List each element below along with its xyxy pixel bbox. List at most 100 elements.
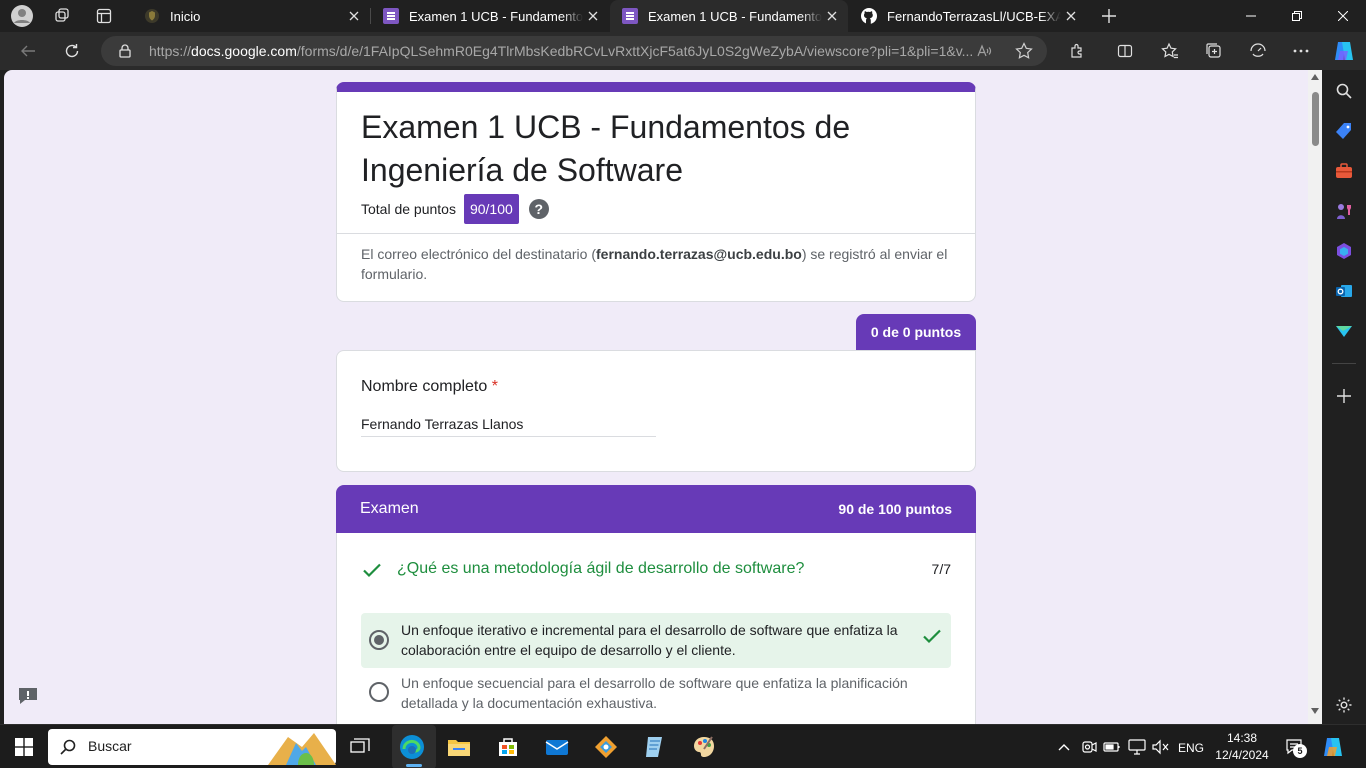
taskbar-search-box[interactable]: Buscar	[48, 729, 336, 765]
tab-inicio[interactable]: Inicio	[132, 0, 370, 32]
question-header: ¿Qué es una metodología ágil de desarrol…	[361, 559, 951, 581]
correct-check-icon	[923, 629, 941, 644]
copilot-icon[interactable]	[1329, 37, 1359, 65]
restore-icon[interactable]	[1274, 0, 1320, 32]
network-icon[interactable]	[1125, 733, 1149, 761]
answer-option-selected-correct: Un enfoque iterativo e incremental para …	[361, 613, 951, 668]
close-tab-icon[interactable]	[1063, 8, 1079, 24]
battery-icon[interactable]	[1100, 733, 1124, 761]
github-favicon-icon	[861, 8, 877, 24]
close-tab-icon[interactable]	[824, 8, 840, 24]
clock-time: 14:38	[1226, 731, 1258, 745]
correct-check-icon	[363, 563, 381, 578]
scroll-thumb[interactable]	[1312, 92, 1319, 146]
refresh-icon[interactable]	[57, 37, 87, 65]
scroll-down-arrow-icon[interactable]	[1311, 708, 1319, 714]
new-tab-icon[interactable]	[1095, 4, 1123, 28]
section-header-examen: Examen 90 de 100 puntos	[336, 485, 976, 533]
search-icon	[60, 739, 76, 755]
answer-option: Un enfoque secuencial para el desarrollo…	[361, 671, 951, 715]
vertical-scrollbar[interactable]	[1308, 70, 1322, 724]
tab-examen-1[interactable]: Examen 1 UCB - Fundamentos de Ingeniería…	[371, 0, 609, 32]
section-title: Examen	[360, 500, 419, 517]
shopping-tag-icon[interactable]	[1333, 120, 1355, 142]
volume-muted-icon[interactable]	[1148, 733, 1172, 761]
tab-title: FernandoTerrazasLl/UCB-EXAMEN	[887, 8, 1061, 24]
workspaces-icon[interactable]	[48, 4, 76, 28]
add-sidebar-app-icon[interactable]	[1333, 385, 1355, 407]
form-title: Examen 1 UCB - Fundamentos de Ingeniería…	[361, 109, 851, 188]
address-bar[interactable]: https://docs.google.com/forms/d/e/1FAIpQ…	[101, 36, 1047, 66]
edge-sidebar	[1322, 70, 1366, 724]
shield-favicon-icon	[145, 9, 159, 23]
task-view-icon[interactable]	[346, 733, 374, 761]
browser-toolbar: https://docs.google.com/forms/d/e/1FAIpQ…	[0, 32, 1366, 70]
outlook-icon[interactable]	[1333, 280, 1355, 302]
name-section-points-badge: 0 de 0 puntos	[856, 314, 976, 350]
microsoft-store-icon[interactable]	[494, 733, 522, 761]
profile-avatar-icon[interactable]	[8, 4, 36, 28]
help-question-icon[interactable]: ?	[528, 199, 549, 219]
minimize-icon[interactable]	[1228, 0, 1274, 32]
option-text: Un enfoque secuencial para el desarrollo…	[401, 675, 908, 711]
copilot-taskbar-icon[interactable]	[1319, 733, 1347, 761]
url-text: https://docs.google.com/forms/d/e/1FAIpQ…	[149, 43, 974, 59]
question-card: ¿Qué es una metodología ágil de desarrol…	[336, 533, 976, 724]
show-hidden-icons-chevron-icon[interactable]	[1052, 733, 1076, 761]
tab-examen-2-active[interactable]: Examen 1 UCB - Fundamentos de Ingeniería…	[610, 0, 848, 32]
notification-count-badge: 5	[1293, 744, 1307, 758]
lock-icon[interactable]	[119, 44, 131, 58]
edge-browser-icon[interactable]	[398, 733, 426, 761]
extensions-icon[interactable]	[1062, 37, 1092, 65]
webcam-icon[interactable]	[1077, 733, 1101, 761]
collections-icon[interactable]	[1199, 37, 1229, 65]
form-header-card: Examen 1 UCB - Fundamentos de Ingeniería…	[336, 82, 976, 302]
email-recorded-note: El correo electrónico del destinatario (…	[361, 246, 948, 282]
language-indicator[interactable]: ENG	[1178, 741, 1204, 755]
mail-icon[interactable]	[543, 733, 571, 761]
back-arrow-icon[interactable]	[13, 37, 43, 65]
notes-app-icon[interactable]	[641, 733, 669, 761]
read-aloud-icon[interactable]	[976, 43, 992, 64]
performance-icon[interactable]	[1243, 37, 1273, 65]
question-text: ¿Qué es una metodología ágil de desarrol…	[397, 560, 805, 577]
section-score: 90 de 100 puntos	[838, 501, 952, 517]
windows-taskbar: Buscar ENG 14:38 12/4/2024 5	[0, 724, 1366, 768]
settings-gear-icon[interactable]	[1333, 694, 1355, 716]
tab-github[interactable]: FernandoTerrazasLl/UCB-EXAMEN	[849, 0, 1087, 32]
search-icon[interactable]	[1333, 80, 1355, 102]
name-question-card: Nombre completo * Fernando Terrazas Llan…	[336, 350, 976, 472]
games-chess-icon[interactable]	[1333, 200, 1355, 222]
name-question-label: Nombre completo *	[361, 378, 498, 395]
windows-start-icon[interactable]	[10, 733, 38, 761]
report-feedback-icon[interactable]	[16, 684, 40, 708]
search-placeholder: Buscar	[88, 738, 132, 754]
git-tool-icon[interactable]	[592, 733, 620, 761]
tab-actions-icon[interactable]	[90, 4, 118, 28]
send-drop-icon[interactable]	[1333, 320, 1355, 342]
radio-unselected-icon	[369, 682, 389, 702]
microsoft-365-icon[interactable]	[1333, 240, 1355, 262]
name-answer-field: Fernando Terrazas Llanos	[361, 416, 656, 437]
tab-title: Examen 1 UCB - Fundamentos de Ingeniería…	[648, 8, 822, 24]
more-options-icon[interactable]	[1286, 37, 1316, 65]
option-text: Un enfoque iterativo e incremental para …	[401, 622, 898, 658]
tab-title: Examen 1 UCB - Fundamentos de Ingeniería…	[409, 8, 583, 24]
clock[interactable]: 14:38 12/4/2024	[1214, 731, 1270, 762]
paint-palette-icon[interactable]	[690, 733, 718, 761]
close-tab-icon[interactable]	[346, 8, 362, 24]
required-asterisk: *	[491, 378, 498, 395]
google-forms-favicon-icon	[622, 8, 638, 24]
notifications-icon[interactable]: 5	[1282, 733, 1308, 761]
total-score-row: Total de puntos 90/100 ?	[361, 194, 549, 224]
favorite-star-icon[interactable]	[1015, 42, 1033, 65]
scroll-up-arrow-icon[interactable]	[1311, 74, 1319, 80]
close-window-icon[interactable]	[1320, 0, 1366, 32]
file-explorer-icon[interactable]	[445, 733, 473, 761]
page-viewport[interactable]: Examen 1 UCB - Fundamentos de Ingeniería…	[4, 70, 1322, 724]
tools-briefcase-icon[interactable]	[1333, 160, 1355, 182]
favorites-icon[interactable]	[1155, 37, 1185, 65]
split-screen-icon[interactable]	[1110, 37, 1140, 65]
close-tab-icon[interactable]	[585, 8, 601, 24]
google-forms-favicon-icon	[383, 8, 399, 24]
